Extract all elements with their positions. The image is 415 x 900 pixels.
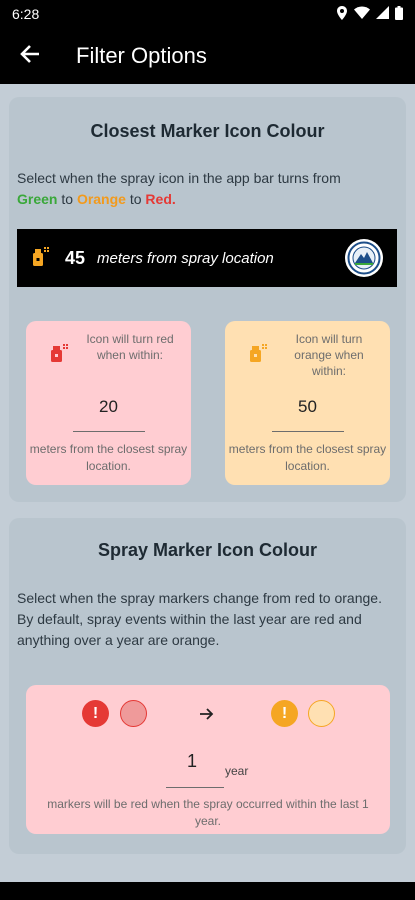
signal-icon <box>376 6 389 22</box>
location-icon <box>336 5 348 23</box>
years-input[interactable]: 1 <box>166 751 218 772</box>
red-marker-circle-icon <box>120 700 147 727</box>
red-label: Red. <box>145 191 176 207</box>
orange-threshold-input[interactable]: 50 <box>225 397 390 417</box>
marker-age-footer: markers will be red when the spray occur… <box>47 797 369 828</box>
closest-marker-title: Closest Marker Icon Colour <box>90 121 325 141</box>
red-threshold-input[interactable]: 20 <box>26 397 191 417</box>
status-icons <box>336 5 403 23</box>
input-underline <box>272 431 344 432</box>
orange-threshold-footer: meters from the closest spray location. <box>228 442 387 473</box>
arrow-left-icon <box>20 44 40 68</box>
exclamation-icon: ! <box>281 704 288 722</box>
arrow-right-icon <box>197 700 217 727</box>
app-logo <box>345 239 383 277</box>
back-button[interactable] <box>0 28 60 84</box>
spray-can-icon <box>31 245 51 272</box>
spray-can-icon <box>248 341 270 366</box>
closest-marker-description: Select when the spray icon in the app ba… <box>17 168 397 210</box>
distance-text: meters from spray location <box>97 249 274 267</box>
to-label: to <box>57 191 77 207</box>
page-title: Filter Options <box>76 43 207 68</box>
battery-icon <box>395 5 403 23</box>
orange-marker-icon: ! <box>271 700 298 727</box>
input-underline <box>166 787 224 788</box>
description-prefix: Select when the spray icon in the app ba… <box>17 170 341 186</box>
status-bar: 6:28 <box>0 0 415 28</box>
red-threshold-panel: Icon will turn red when within: 20 meter… <box>26 321 191 485</box>
marker-age-panel: ! ! 1 year markers will be red when the … <box>26 685 390 834</box>
spray-can-icon <box>49 341 71 366</box>
exclamation-icon: ! <box>92 704 99 722</box>
input-underline <box>73 431 145 432</box>
years-unit-label: year <box>225 764 249 778</box>
spray-marker-title: Spray Marker Icon Colour <box>97 540 318 560</box>
wifi-icon <box>354 6 370 22</box>
spray-marker-card: Spray Marker Icon Colour Select when the… <box>9 518 406 854</box>
distance-preview-bar: 45 meters from spray location <box>17 229 397 287</box>
to-label: to <box>125 191 146 207</box>
spray-marker-description: Select when the spray markers change fro… <box>17 590 382 648</box>
green-label: Green <box>17 191 58 207</box>
red-marker-icon: ! <box>82 700 109 727</box>
orange-threshold-panel: Icon will turn orange when within: 50 me… <box>225 321 390 485</box>
closest-marker-card: Closest Marker Icon Colour Select when t… <box>9 97 406 502</box>
red-threshold-footer: meters from the closest spray location. <box>29 442 188 473</box>
app-bar: Filter Options <box>0 28 415 84</box>
status-time: 6:28 <box>12 6 40 22</box>
system-nav-bar <box>0 882 415 900</box>
orange-threshold-hint: Icon will turn orange when within: <box>294 332 364 378</box>
orange-marker-circle-icon <box>308 700 335 727</box>
orange-label: Orange <box>76 191 126 207</box>
red-threshold-hint: Icon will turn red when within: <box>86 332 174 362</box>
distance-value: 45 <box>65 247 86 268</box>
